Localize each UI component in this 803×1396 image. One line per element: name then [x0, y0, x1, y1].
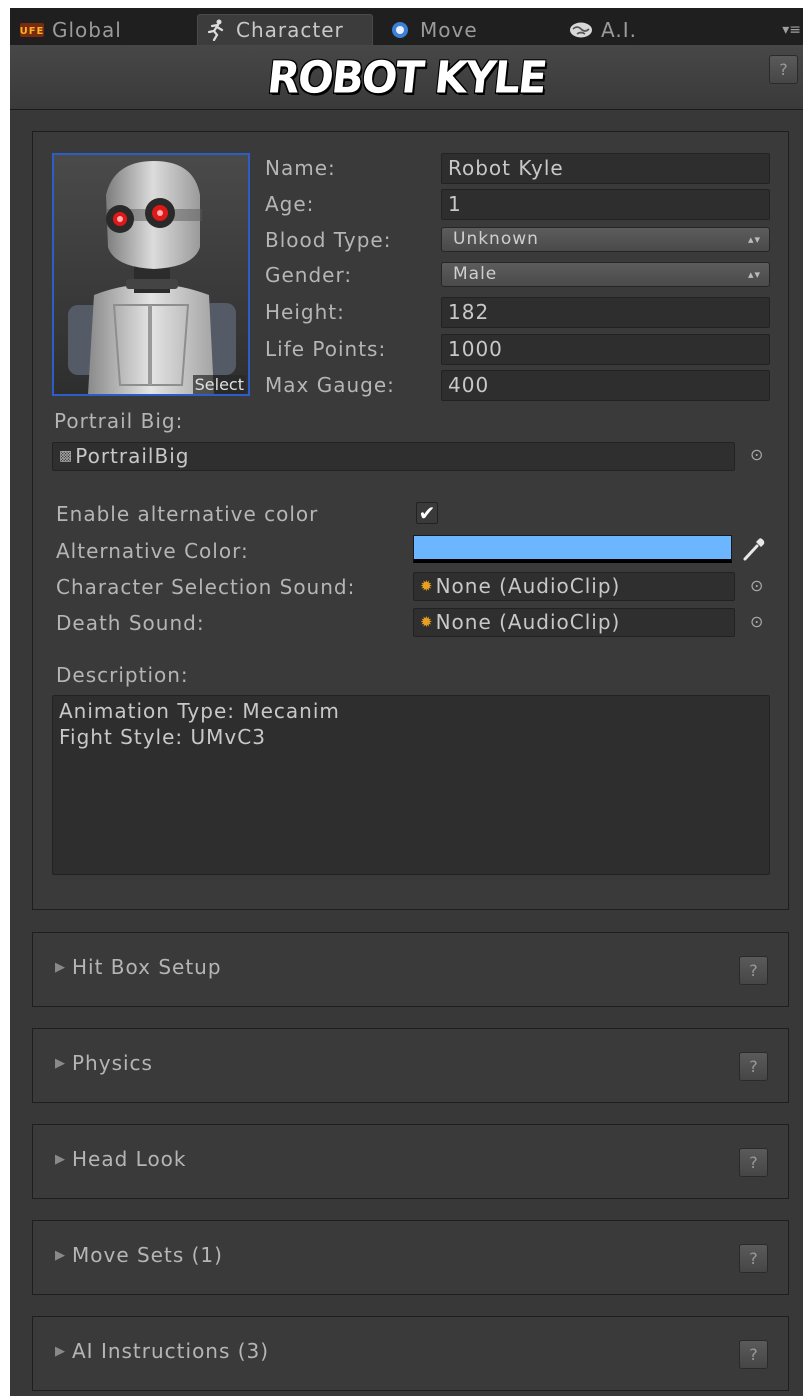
section-label: Hit Box Setup	[72, 955, 222, 979]
section-ai-instructions[interactable]: ▶ AI Instructions (3) ?	[32, 1316, 789, 1391]
gender-label: Gender:	[265, 263, 353, 287]
height-field[interactable]: 182	[441, 297, 770, 328]
enable-alt-color-checkbox[interactable]: ✔	[416, 502, 438, 524]
description-textarea[interactable]: Animation Type: Mecanim Fight Style: UMv…	[52, 695, 770, 875]
section-help-button[interactable]: ?	[739, 1052, 768, 1081]
tab-label: A.I.	[601, 17, 637, 42]
death-sound-label: Death Sound:	[56, 611, 205, 635]
portrait-big-label: Portrail Big:	[54, 409, 184, 433]
section-physics[interactable]: ▶ Physics ?	[32, 1028, 789, 1103]
selection-sound-label: Character Selection Sound:	[56, 575, 356, 599]
blood-type-label: Blood Type:	[265, 228, 392, 252]
death-sound-field[interactable]: ✹ None (AudioClip)	[413, 608, 735, 637]
audio-clip-icon: ✹	[420, 577, 434, 595]
tab-global[interactable]: UFE Global	[14, 14, 194, 45]
portrait-selector[interactable]: Select	[52, 153, 250, 396]
section-help-button[interactable]: ?	[739, 956, 768, 985]
eyedropper-icon[interactable]	[741, 536, 767, 566]
section-help-button[interactable]: ?	[739, 1244, 768, 1273]
description-label: Description:	[56, 663, 189, 687]
section-label: Head Look	[72, 1147, 187, 1171]
audio-clip-icon: ✹	[420, 613, 434, 631]
foldout-arrow-icon: ▶	[55, 1343, 66, 1359]
gender-value: Male	[453, 264, 498, 284]
move-orb-icon	[388, 19, 412, 41]
description-line: Fight Style: UMvC3	[59, 725, 266, 749]
tab-move[interactable]: Move	[382, 14, 558, 45]
name-field[interactable]: Robot Kyle	[441, 153, 770, 184]
character-info-panel: Select Name: Robot Kyle Age: 1 Blood Typ…	[32, 131, 789, 910]
age-label: Age:	[265, 192, 315, 216]
gender-dropdown[interactable]: Male ▴▾	[441, 262, 770, 287]
brain-icon	[569, 19, 593, 41]
name-label: Name:	[265, 156, 336, 180]
blood-type-value: Unknown	[453, 229, 539, 249]
enable-alt-color-label: Enable alternative color	[56, 502, 319, 526]
death-sound-value: None (AudioClip)	[435, 610, 621, 634]
section-header: ▶ Move Sets (1)	[55, 1243, 223, 1267]
character-title: ROBOT KYLE	[265, 51, 548, 104]
selection-sound-field[interactable]: ✹ None (AudioClip)	[413, 572, 735, 601]
life-points-label: Life Points:	[265, 337, 387, 361]
alt-color-label: Alternative Color:	[56, 539, 249, 563]
section-header: ▶ Physics	[55, 1051, 153, 1075]
life-points-field[interactable]: 1000	[441, 334, 770, 365]
portrait-big-value: PortrailBig	[75, 444, 190, 468]
portrait-select-label[interactable]: Select	[192, 375, 246, 394]
tab-bar: UFE Global Character Move A.I. ▾≡	[10, 8, 803, 45]
selection-sound-value: None (AudioClip)	[435, 574, 621, 598]
foldout-arrow-icon: ▶	[55, 1151, 66, 1167]
texture-icon: ▩	[59, 448, 74, 464]
dropdown-arrows-icon: ▴▾	[747, 233, 761, 246]
max-gauge-field[interactable]: 400	[441, 370, 770, 401]
section-label: Physics	[72, 1051, 153, 1075]
ufe-logo-icon: UFE	[20, 19, 44, 41]
foldout-arrow-icon: ▶	[55, 1247, 66, 1263]
tab-character[interactable]: Character	[197, 14, 373, 45]
object-picker-icon[interactable]: ⊙	[750, 445, 763, 464]
robot-portrait-image	[54, 155, 248, 394]
description-line: Animation Type: Mecanim	[59, 699, 340, 723]
section-hit-box-setup[interactable]: ▶ Hit Box Setup ?	[32, 932, 789, 1007]
section-help-button[interactable]: ?	[739, 1148, 768, 1177]
tab-ai[interactable]: A.I.	[563, 14, 743, 45]
svg-text:UFE: UFE	[20, 26, 44, 37]
max-gauge-label: Max Gauge:	[265, 373, 395, 397]
tab-label: Character	[236, 18, 344, 42]
object-picker-icon[interactable]: ⊙	[750, 576, 763, 595]
blood-type-dropdown[interactable]: Unknown ▴▾	[441, 227, 770, 252]
tab-label: Global	[52, 17, 122, 42]
dropdown-arrows-icon: ▴▾	[747, 268, 761, 281]
tab-menu-icon[interactable]: ▾≡	[782, 22, 801, 38]
header-help-button[interactable]: ?	[769, 55, 798, 84]
height-label: Height:	[265, 300, 345, 324]
tab-label: Move	[420, 17, 478, 42]
inspector-window: UFE Global Character Move A.I. ▾≡ ROBOT …	[10, 8, 803, 1396]
section-header: ▶ Hit Box Setup	[55, 955, 222, 979]
running-figure-icon	[204, 19, 228, 41]
age-field[interactable]: 1	[441, 189, 770, 220]
object-picker-icon[interactable]: ⊙	[750, 612, 763, 631]
foldout-arrow-icon: ▶	[55, 1055, 66, 1071]
section-header: ▶ Head Look	[55, 1147, 187, 1171]
section-label: Move Sets (1)	[72, 1243, 223, 1267]
section-head-look[interactable]: ▶ Head Look ?	[32, 1124, 789, 1199]
section-label: AI Instructions (3)	[72, 1339, 270, 1363]
portrait-big-field[interactable]: ▩ PortrailBig	[52, 442, 735, 471]
foldout-arrow-icon: ▶	[55, 959, 66, 975]
section-help-button[interactable]: ?	[739, 1340, 768, 1369]
character-header: ROBOT KYLE ?	[10, 45, 803, 110]
section-move-sets[interactable]: ▶ Move Sets (1) ?	[32, 1220, 789, 1295]
alt-color-swatch[interactable]	[413, 535, 732, 563]
section-header: ▶ AI Instructions (3)	[55, 1339, 269, 1363]
